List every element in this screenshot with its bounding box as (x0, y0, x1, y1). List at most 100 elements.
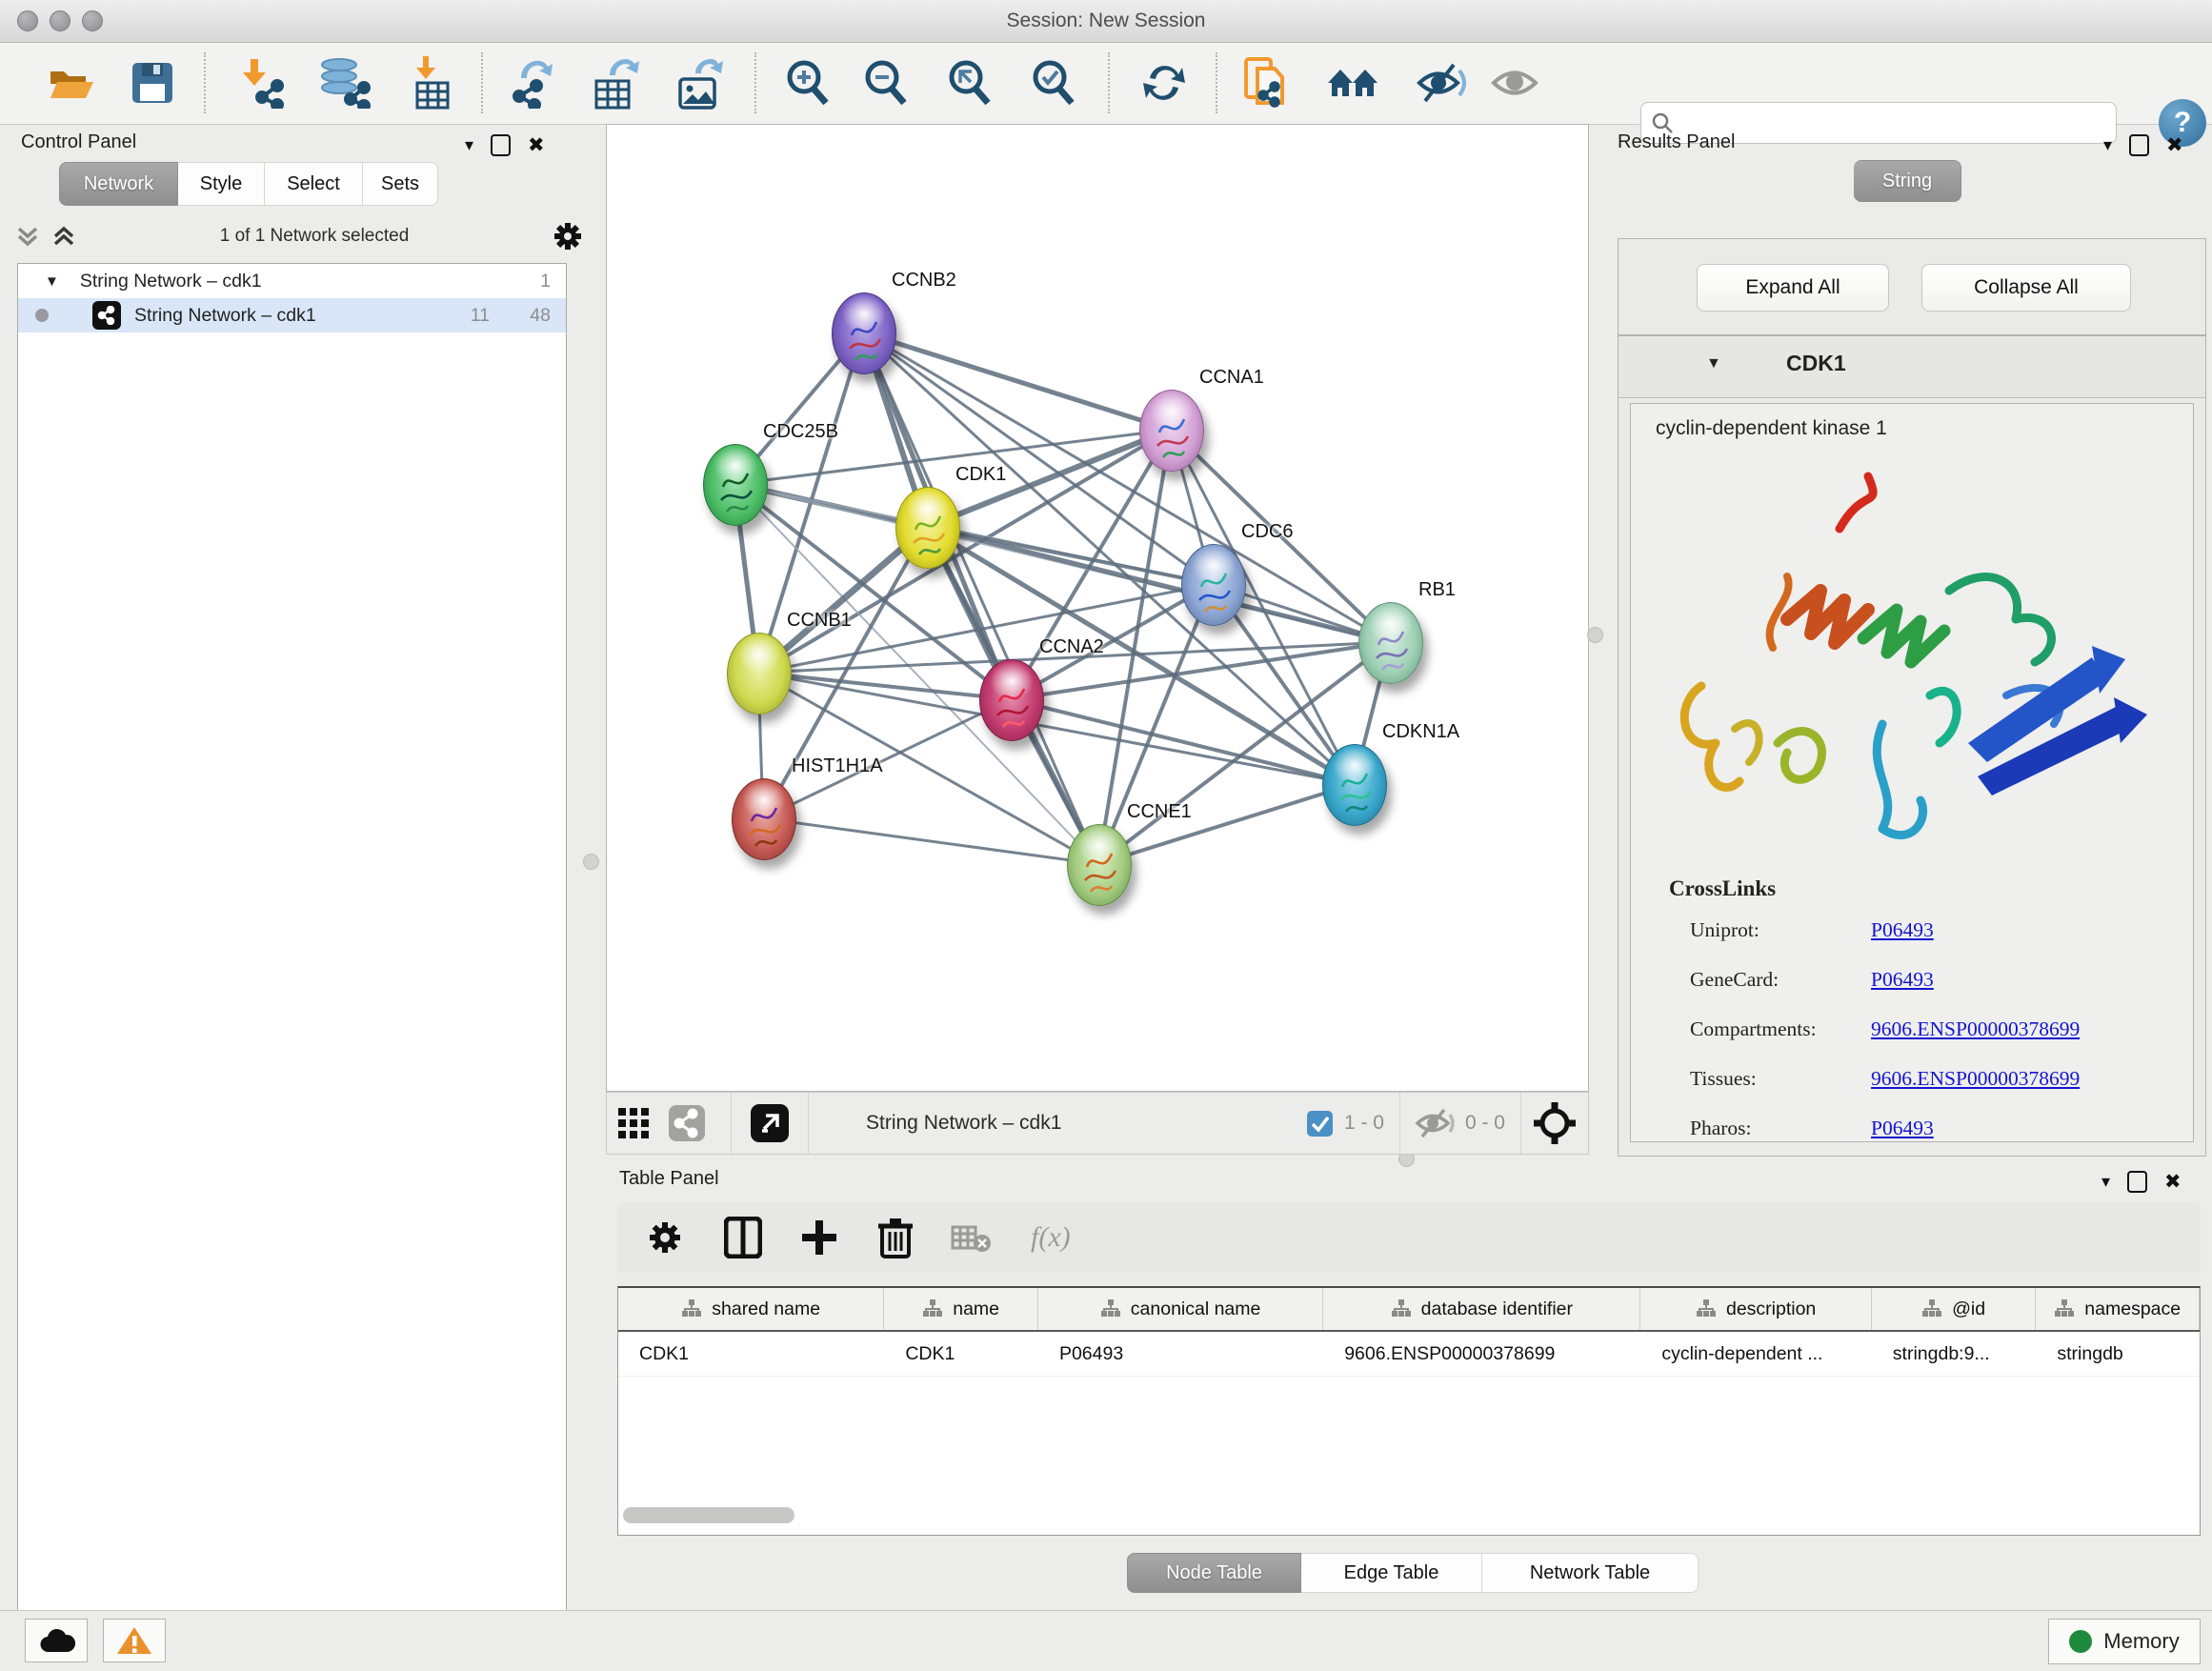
grid-view-icon[interactable] (607, 1097, 660, 1150)
refresh-icon[interactable] (1137, 56, 1191, 110)
edge-CCNB2-RB1[interactable] (863, 332, 1390, 642)
import-network-database-icon[interactable] (318, 56, 372, 110)
tab-network-table[interactable]: Network Table (1482, 1553, 1699, 1593)
protein-section-header[interactable]: ▼ CDK1 (1619, 336, 2205, 398)
node-CCNB2[interactable] (832, 292, 896, 374)
zoom-out-icon[interactable] (859, 56, 913, 110)
node-CDC6[interactable] (1181, 544, 1246, 626)
horizontal-scrollbar[interactable] (623, 1507, 794, 1523)
node-CDKN1A[interactable] (1322, 744, 1387, 826)
left-splitter-handle[interactable] (583, 854, 599, 870)
table-cell[interactable]: CDK1 (618, 1332, 884, 1376)
selected-checkbox-icon[interactable] (1307, 1111, 1333, 1137)
tab-network[interactable]: Network (59, 162, 178, 206)
footer-separator (808, 1093, 809, 1154)
edge-CDKN1A-CCNE1[interactable] (1098, 784, 1354, 864)
clone-network-icon[interactable] (1240, 56, 1294, 110)
tab-style[interactable]: Style (178, 162, 265, 206)
table-cell[interactable]: CDK1 (884, 1332, 1038, 1376)
column-header-databaseidentifier[interactable]: database identifier (1323, 1288, 1640, 1330)
node-CCNB1[interactable] (727, 633, 792, 715)
export-image-icon[interactable] (673, 56, 726, 110)
crosslink-value[interactable]: P06493 (1871, 968, 1934, 992)
disclosure-triangle-icon[interactable]: ▼ (1706, 355, 1721, 372)
cloud-icon[interactable] (25, 1619, 88, 1662)
crosslink-value[interactable]: P06493 (1871, 1117, 1934, 1140)
first-neighbors-icon[interactable] (1326, 56, 1379, 110)
node-CCNA2[interactable] (979, 659, 1044, 741)
column-header-id[interactable]: @id (1872, 1288, 2037, 1330)
zoom-fit-icon[interactable] (943, 56, 996, 110)
import-network-file-icon[interactable] (234, 56, 288, 110)
import-table-icon[interactable] (406, 56, 459, 110)
columns-icon[interactable] (724, 1217, 762, 1258)
disclosure-triangle-icon[interactable]: ▼ (45, 273, 59, 290)
add-column-icon[interactable] (800, 1218, 838, 1257)
column-header-namespace[interactable]: namespace (2036, 1288, 2200, 1330)
column-header-name[interactable]: name (884, 1288, 1038, 1330)
warning-icon[interactable] (103, 1619, 166, 1662)
delete-column-icon[interactable] (878, 1217, 913, 1258)
hide-selected-icon[interactable] (1416, 56, 1469, 110)
panel-minimize-icon[interactable]: ▾ (465, 135, 473, 155)
edge-CCNB2-CCNA1[interactable] (863, 332, 1171, 430)
table-cell[interactable]: cyclin-dependent ... (1640, 1332, 1871, 1376)
crosslink-value[interactable]: P06493 (1871, 918, 1934, 942)
tab-node-table[interactable]: Node Table (1127, 1553, 1301, 1593)
clear-table-icon[interactable] (951, 1221, 993, 1254)
zoom-selected-icon[interactable] (1027, 56, 1080, 110)
panel-float-icon[interactable] (2127, 1171, 2147, 1193)
save-session-icon[interactable] (126, 56, 179, 110)
table-cell[interactable]: stringdb (2036, 1332, 2200, 1376)
edge-CCNB2-CCNE1[interactable] (863, 332, 1098, 864)
crosslink-value[interactable]: 9606.ENSP00000378699 (1871, 1067, 2080, 1091)
panel-float-icon[interactable] (491, 134, 511, 156)
network-collection-row[interactable]: ▼ String Network – cdk1 1 (18, 264, 566, 298)
node-RB1[interactable] (1358, 602, 1423, 684)
edge-CCNA1-CCNE1[interactable] (1098, 430, 1171, 864)
export-table-icon[interactable] (589, 56, 642, 110)
open-session-icon[interactable] (44, 56, 97, 110)
network-canvas[interactable]: CCNB2CCNA1CDC25BCDK1CDC6RB1CCNB1CCNA2CDK… (606, 124, 1589, 1092)
panel-minimize-icon[interactable]: ▾ (2101, 1172, 2110, 1192)
table-cell[interactable]: 9606.ENSP00000378699 (1323, 1332, 1640, 1376)
zoom-in-icon[interactable] (781, 56, 835, 110)
network-row-selected[interactable]: String Network – cdk1 11 48 (18, 298, 566, 332)
table-cell[interactable]: stringdb:9... (1872, 1332, 2037, 1376)
tab-edge-table[interactable]: Edge Table (1301, 1553, 1482, 1593)
hidden-eye-icon[interactable] (1414, 1107, 1456, 1139)
panel-close-icon[interactable]: ✖ (2166, 133, 2183, 157)
panel-float-icon[interactable] (2129, 134, 2149, 156)
node-CCNE1[interactable] (1067, 824, 1132, 906)
node-HIST1H1A[interactable] (732, 778, 796, 860)
node-CDK1[interactable] (895, 487, 960, 569)
edge-HIST1H1A-CCNE1[interactable] (763, 818, 1098, 864)
column-header-description[interactable]: description (1640, 1288, 1871, 1330)
tab-select[interactable]: Select (265, 162, 363, 206)
show-all-icon[interactable] (1490, 56, 1543, 110)
tab-string[interactable]: String (1854, 160, 1961, 202)
open-in-window-icon[interactable] (732, 1097, 808, 1150)
node-CDC25B[interactable] (703, 444, 768, 526)
panel-close-icon[interactable]: ✖ (528, 133, 545, 157)
column-header-canonicalname[interactable]: canonical name (1038, 1288, 1323, 1330)
collapse-all-button[interactable]: Collapse All (1921, 264, 2131, 312)
node-CCNA1[interactable] (1139, 390, 1204, 472)
panel-minimize-icon[interactable]: ▾ (2103, 135, 2112, 155)
memory-button[interactable]: Memory (2048, 1619, 2201, 1664)
birds-eye-view-icon[interactable] (1521, 1097, 1588, 1150)
function-builder-icon[interactable]: f(x) (1031, 1221, 1071, 1254)
network-badge-icon[interactable] (660, 1097, 714, 1150)
expand-all-icon[interactable] (50, 223, 78, 250)
table-row[interactable]: CDK1CDK1P064939606.ENSP00000378699cyclin… (618, 1332, 2200, 1377)
settings-gear-icon[interactable] (646, 1218, 684, 1257)
column-header-sharedname[interactable]: shared name (618, 1288, 884, 1330)
panel-close-icon[interactable]: ✖ (2164, 1170, 2182, 1194)
expand-all-button[interactable]: Expand All (1697, 264, 1889, 312)
table-cell[interactable]: P06493 (1038, 1332, 1323, 1376)
gear-icon[interactable] (551, 219, 585, 253)
collapse-all-icon[interactable] (13, 223, 42, 250)
export-network-icon[interactable] (507, 56, 560, 110)
crosslink-value[interactable]: 9606.ENSP00000378699 (1871, 1017, 2080, 1041)
tab-sets[interactable]: Sets (363, 162, 438, 206)
